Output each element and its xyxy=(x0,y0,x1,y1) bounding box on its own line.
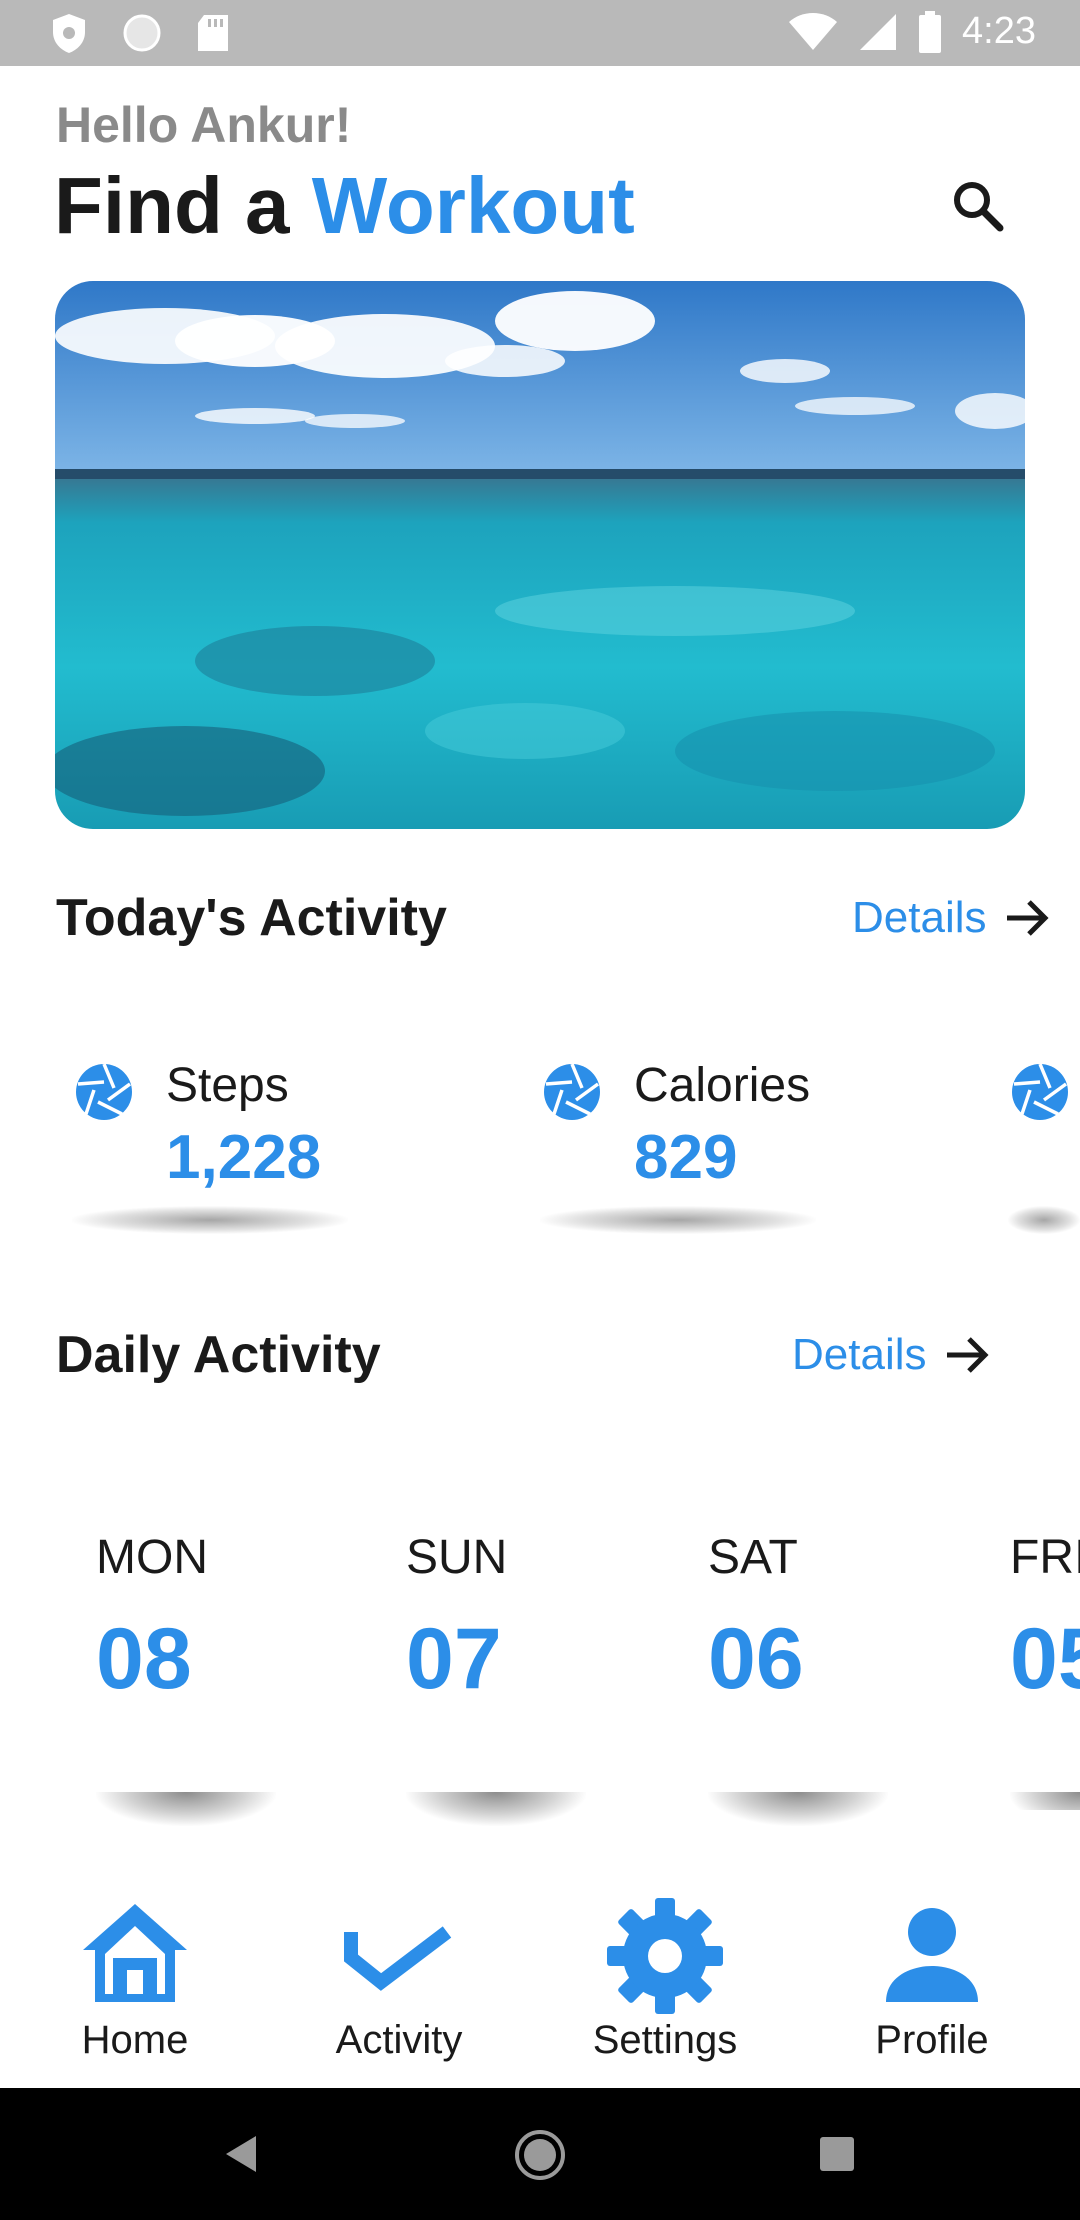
nav-profile[interactable]: Profile xyxy=(797,1870,1067,2088)
back-icon[interactable] xyxy=(222,2132,260,2176)
day-name: SUN xyxy=(406,1531,508,1584)
circle-icon xyxy=(123,14,161,52)
greeting-text: Hello Ankur! xyxy=(56,97,352,153)
page-title: Find a Workout xyxy=(54,160,635,252)
day-card-mon[interactable]: MON 08 xyxy=(56,1520,276,1826)
nav-home[interactable]: Home xyxy=(0,1870,270,2088)
activity-card-calories[interactable]: Calories 829 xyxy=(526,1050,816,1234)
day-date: 06 xyxy=(708,1611,804,1707)
details-label: Details xyxy=(792,1330,927,1379)
battery-icon xyxy=(919,10,942,53)
activity-value-calories: 829 xyxy=(634,1123,738,1192)
arrow-right-icon xyxy=(946,1337,989,1373)
sd-card-icon xyxy=(198,15,228,51)
nav-label-settings: Settings xyxy=(592,2018,738,2062)
day-card-fri[interactable]: FRI 05 xyxy=(970,1520,1080,1810)
todays-activity-title: Today's Activity xyxy=(56,889,447,947)
system-navigation-bar xyxy=(0,2088,1080,2220)
recents-icon[interactable] xyxy=(818,2135,856,2173)
person-icon xyxy=(886,1908,978,2002)
card-shadow xyxy=(1008,1206,1080,1234)
gear-icon xyxy=(607,1898,723,2014)
wifi-icon xyxy=(789,12,838,50)
signal-icon xyxy=(860,13,897,50)
card-shadow xyxy=(72,1206,348,1234)
details-label: Details xyxy=(852,893,987,942)
home-icon xyxy=(83,1904,187,2002)
page-title-prefix: Find a xyxy=(54,161,312,250)
daily-activity-title: Daily Activity xyxy=(56,1326,381,1384)
bottom-navigation: Home Activity Settings Profile xyxy=(0,1870,1080,2088)
day-date: 07 xyxy=(406,1611,502,1707)
activity-card-partial[interactable] xyxy=(994,1050,1080,1234)
activity-label-calories: Calories xyxy=(634,1059,811,1112)
shield-icon xyxy=(53,14,85,53)
day-date: 05 xyxy=(1010,1611,1080,1707)
todays-activity-details-link[interactable]: Details xyxy=(852,892,1053,944)
activity-label-steps: Steps xyxy=(166,1059,289,1112)
card-shadow xyxy=(96,1792,276,1826)
nav-label-activity: Activity xyxy=(335,2018,463,2062)
arrow-right-icon xyxy=(1006,900,1049,936)
search-icon xyxy=(954,182,1004,232)
nav-label-profile: Profile xyxy=(875,2018,989,2062)
daily-activity-details-link[interactable]: Details xyxy=(792,1329,993,1381)
page-title-accent: Workout xyxy=(311,161,635,250)
day-name: SAT xyxy=(708,1531,798,1584)
check-icon xyxy=(344,1926,452,1991)
card-shadow xyxy=(708,1792,888,1826)
nav-activity[interactable]: Activity xyxy=(264,1870,534,2088)
aperture-icon xyxy=(544,1063,600,1120)
home-circle-icon[interactable] xyxy=(513,2128,567,2182)
day-name: MON xyxy=(96,1531,208,1584)
aperture-icon xyxy=(1012,1063,1068,1120)
search-button[interactable] xyxy=(948,176,1008,236)
ocean-image xyxy=(55,281,1025,829)
nav-label-home: Home xyxy=(81,2018,189,2062)
card-shadow xyxy=(1010,1792,1080,1810)
activity-card-steps[interactable]: Steps 1,228 xyxy=(58,1050,348,1234)
nav-settings[interactable]: Settings xyxy=(530,1870,800,2088)
card-shadow xyxy=(540,1206,816,1234)
card-shadow xyxy=(406,1792,586,1826)
day-card-sun[interactable]: SUN 07 xyxy=(366,1520,586,1826)
day-card-sat[interactable]: SAT 06 xyxy=(668,1520,888,1826)
hero-image[interactable] xyxy=(55,281,1025,829)
activity-value-steps: 1,228 xyxy=(166,1123,322,1192)
day-date: 08 xyxy=(96,1611,192,1707)
status-time: 4:23 xyxy=(962,10,1036,52)
status-bar: 4:23 xyxy=(0,0,1080,66)
aperture-icon xyxy=(76,1063,132,1120)
day-name: FRI xyxy=(1010,1531,1080,1584)
